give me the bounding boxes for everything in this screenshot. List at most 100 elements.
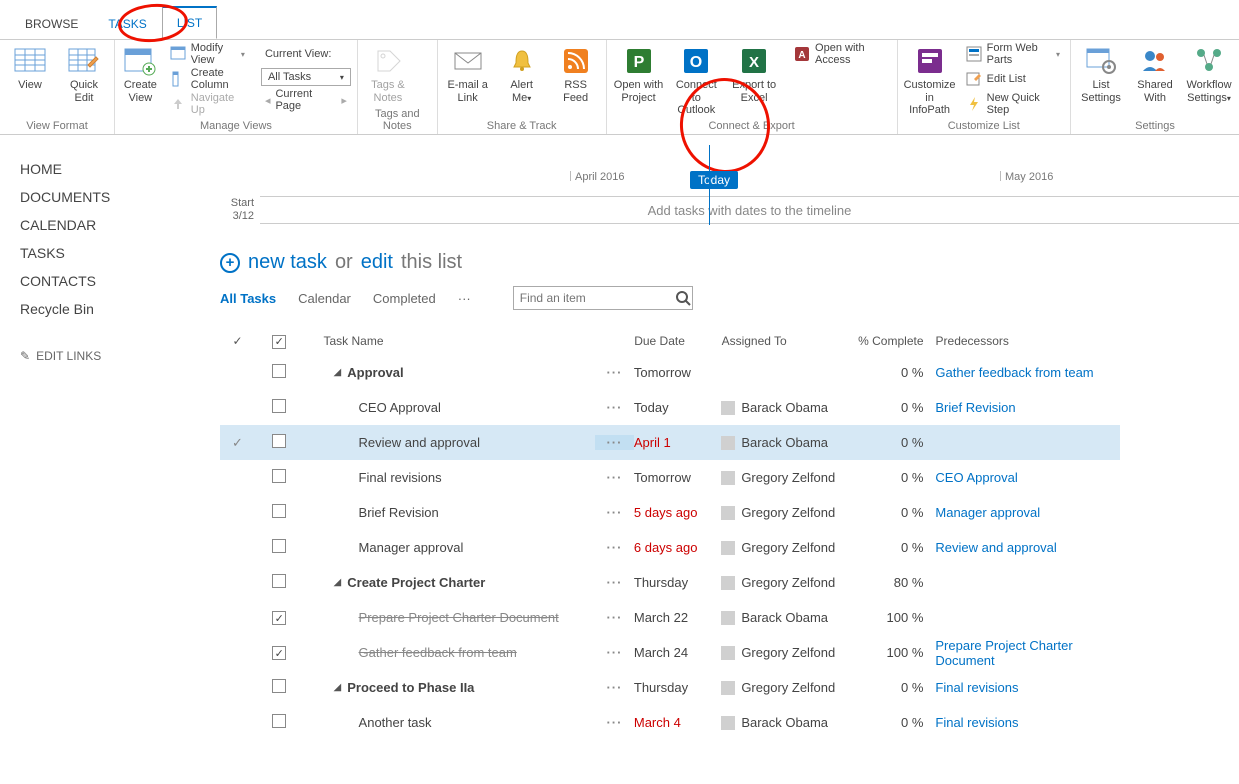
col-assigned-to[interactable]: Assigned To [722, 334, 858, 348]
new-quick-step-button[interactable]: New Quick Step [962, 93, 1064, 115]
row-menu-icon[interactable]: ··· [606, 400, 622, 415]
sidebar-item-documents[interactable]: DOCUMENTS [20, 183, 200, 211]
sidebar-item-recycle-bin[interactable]: Recycle Bin [20, 295, 200, 323]
modify-view-button[interactable]: Modify View▾ [166, 43, 249, 65]
caret-icon[interactable]: ◢ [334, 682, 342, 693]
shared-with-button[interactable]: Shared With [1131, 43, 1179, 104]
row-menu-icon[interactable]: ··· [606, 540, 622, 555]
open-with-project-button[interactable]: P Open with Project [613, 43, 665, 104]
predecessor-link[interactable]: Brief Revision [935, 400, 1015, 415]
predecessor-link[interactable]: Review and approval [935, 540, 1056, 555]
tab-tasks[interactable]: TASKS [93, 8, 161, 39]
row-menu-icon[interactable]: ··· [606, 470, 622, 485]
row-checkbox[interactable] [272, 646, 286, 660]
table-row[interactable]: Final revisions···TomorrowGregory Zelfon… [220, 460, 1120, 495]
assignee-name[interactable]: Gregory Zelfond [741, 505, 835, 520]
form-web-parts-button[interactable]: Form Web Parts▾ [962, 43, 1064, 65]
alert-me-button[interactable]: Alert Me▾ [498, 43, 546, 104]
row-checkbox[interactable] [272, 539, 286, 553]
search-icon[interactable] [675, 290, 691, 306]
sidebar-item-tasks[interactable]: TASKS [20, 239, 200, 267]
quick-edit-button[interactable]: Quick Edit [60, 43, 108, 104]
view-all-tasks[interactable]: All Tasks [220, 291, 276, 306]
plus-circle-icon[interactable]: + [220, 253, 240, 273]
task-name-text[interactable]: Gather feedback from team [359, 645, 517, 660]
row-menu-icon[interactable]: ··· [606, 715, 622, 730]
assignee-name[interactable]: Gregory Zelfond [741, 680, 835, 695]
col-task-name[interactable]: Task Name [304, 334, 596, 348]
table-row[interactable]: ◢Approval···Tomorrow0 %Gather feedback f… [220, 355, 1120, 390]
assignee-name[interactable]: Gregory Zelfond [741, 575, 835, 590]
task-name-text[interactable]: Manager approval [359, 540, 464, 555]
workflow-settings-button[interactable]: Workflow Settings▾ [1185, 43, 1233, 104]
assignee-name[interactable]: Barack Obama [741, 610, 828, 625]
row-menu-icon[interactable]: ··· [606, 645, 622, 660]
list-settings-button[interactable]: List Settings [1077, 43, 1125, 104]
col-predecessors[interactable]: Predecessors [936, 334, 1120, 348]
edit-links-button[interactable]: ✎ EDIT LINKS [20, 349, 200, 363]
new-task-link[interactable]: new task [248, 251, 327, 274]
view-calendar[interactable]: Calendar [298, 291, 351, 306]
col-select[interactable] [255, 334, 304, 349]
create-view-button[interactable]: Create View [121, 43, 160, 104]
tags-notes-button[interactable]: Tags & Notes [364, 43, 412, 104]
row-menu-icon[interactable]: ··· [606, 680, 622, 695]
assignee-name[interactable]: Barack Obama [741, 400, 828, 415]
task-name-text[interactable]: Approval [347, 365, 403, 380]
assignee-name[interactable]: Gregory Zelfond [741, 470, 835, 485]
col-done[interactable]: ✓ [220, 334, 255, 348]
current-page-indicator[interactable]: ◂Current Page▸ [261, 89, 351, 111]
search-input[interactable] [520, 291, 675, 305]
create-column-button[interactable]: Create Column [166, 68, 249, 90]
assignee-name[interactable]: Gregory Zelfond [741, 645, 835, 660]
row-checkbox[interactable] [272, 611, 286, 625]
table-row[interactable]: Manager approval···6 days agoGregory Zel… [220, 530, 1120, 565]
task-name-text[interactable]: Prepare Project Charter Document [359, 610, 559, 625]
task-name-text[interactable]: Another task [359, 715, 432, 730]
sidebar-item-calendar[interactable]: CALENDAR [20, 211, 200, 239]
customize-infopath-button[interactable]: Customize in InfoPath [904, 43, 956, 117]
task-name-text[interactable]: Create Project Charter [347, 575, 485, 590]
row-menu-icon[interactable]: ··· [606, 610, 622, 625]
row-menu-icon[interactable]: ··· [606, 505, 622, 520]
tab-list[interactable]: LIST [162, 6, 217, 39]
row-checkbox[interactable] [272, 364, 286, 378]
col-due-date[interactable]: Due Date [634, 334, 721, 348]
row-menu-icon[interactable]: ··· [606, 435, 622, 450]
email-link-button[interactable]: E-mail a Link [444, 43, 492, 104]
table-row[interactable]: Gather feedback from team···March 24Greg… [220, 635, 1120, 670]
col-pct-complete[interactable]: % Complete [858, 334, 936, 348]
row-checkbox[interactable] [272, 574, 286, 588]
edit-list-button[interactable]: Edit List [962, 68, 1064, 90]
predecessor-link[interactable]: CEO Approval [935, 470, 1017, 485]
connect-outlook-button[interactable]: O Connect to Outlook [670, 43, 722, 117]
row-checkbox[interactable] [272, 434, 286, 448]
predecessor-link[interactable]: Final revisions [935, 715, 1018, 730]
navigate-up-button[interactable]: Navigate Up [166, 93, 249, 115]
row-menu-icon[interactable]: ··· [606, 365, 622, 380]
sidebar-item-contacts[interactable]: CONTACTS [20, 267, 200, 295]
row-checkbox[interactable] [272, 679, 286, 693]
table-row[interactable]: CEO Approval···TodayBarack Obama0 %Brief… [220, 390, 1120, 425]
search-box[interactable] [513, 286, 693, 310]
open-with-access-button[interactable]: AOpen with Access [790, 43, 891, 65]
predecessor-link[interactable]: Manager approval [935, 505, 1040, 520]
task-name-text[interactable]: Proceed to Phase IIa [347, 680, 474, 695]
row-checkbox[interactable] [272, 714, 286, 728]
table-row[interactable]: Brief Revision···5 days agoGregory Zelfo… [220, 495, 1120, 530]
row-checkbox[interactable] [272, 469, 286, 483]
row-menu-icon[interactable]: ··· [606, 575, 622, 590]
view-more[interactable]: ··· [458, 291, 471, 306]
row-checkbox[interactable] [272, 399, 286, 413]
table-row[interactable]: ◢Create Project Charter···ThursdayGregor… [220, 565, 1120, 600]
current-view-select[interactable]: All Tasks▾ [261, 68, 351, 86]
caret-icon[interactable]: ◢ [334, 367, 342, 378]
caret-icon[interactable]: ◢ [334, 577, 342, 588]
view-button[interactable]: View [6, 43, 54, 92]
task-name-text[interactable]: CEO Approval [359, 400, 441, 415]
table-row[interactable]: Prepare Project Charter Document···March… [220, 600, 1120, 635]
export-excel-button[interactable]: X Export to Excel [728, 43, 780, 104]
predecessor-link[interactable]: Prepare Project Charter Document [935, 638, 1072, 668]
table-row[interactable]: ◢Proceed to Phase IIa···ThursdayGregory … [220, 670, 1120, 705]
view-completed[interactable]: Completed [373, 291, 436, 306]
